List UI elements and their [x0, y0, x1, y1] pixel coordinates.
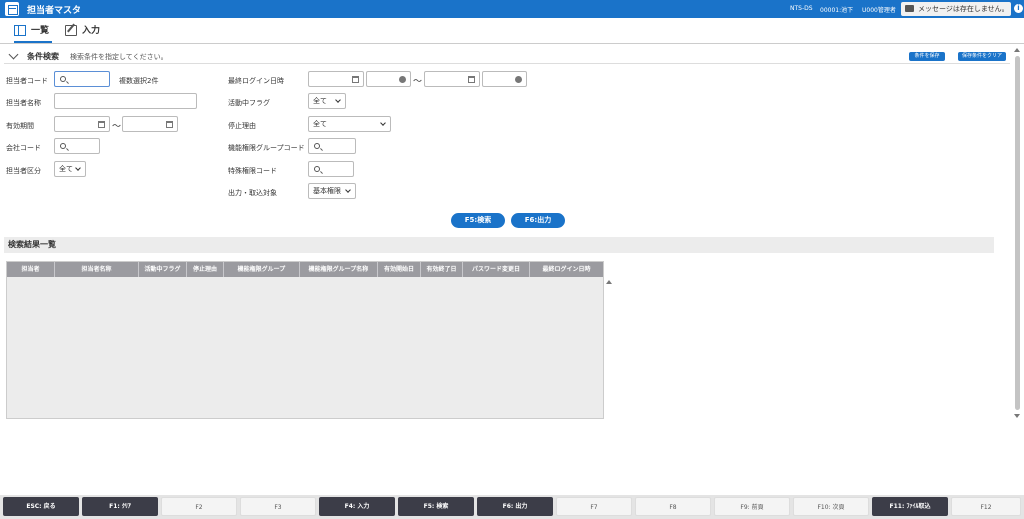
valid-period-to-input[interactable]: [122, 116, 178, 132]
clear-saved-conditions-button[interactable]: 保存条件をクリア: [958, 52, 1006, 61]
active-flag-label: 活動中フラグ: [228, 99, 270, 107]
edit-icon: [65, 25, 77, 36]
fkey-esc-back[interactable]: ESC: 戻る: [3, 497, 79, 516]
special-code-label: 特殊権限コード: [228, 167, 277, 175]
list-icon: [14, 25, 26, 36]
column-header[interactable]: 機能権限グループ名称: [300, 262, 378, 277]
output-target-select[interactable]: 基本権限: [308, 183, 356, 199]
valid-period-label: 有効期間: [6, 122, 34, 130]
fkey-f12[interactable]: F12: [951, 497, 1021, 516]
search-icon[interactable]: [60, 76, 66, 82]
column-header[interactable]: 担当者名称: [55, 262, 139, 277]
stop-reason-select[interactable]: 全て: [308, 116, 391, 132]
company-code-input[interactable]: [54, 138, 100, 154]
range-separator: ～: [112, 122, 122, 132]
calendar-icon[interactable]: [468, 76, 475, 83]
func-group-code-input[interactable]: [308, 138, 356, 154]
scroll-up-arrow[interactable]: [1014, 48, 1020, 52]
staff-name-label: 担当者名称: [6, 99, 41, 107]
staff-type-select[interactable]: 全て: [54, 161, 86, 177]
view-tabs: 一覧 入力: [0, 18, 1024, 44]
results-grid-header: 担当者 担当者名称 活動中フラグ 停止理由 機能権限グループ 機能権限グループ名…: [7, 262, 603, 277]
column-header[interactable]: 担当者: [7, 262, 55, 277]
tab-input[interactable]: 入力: [65, 23, 105, 43]
fkey-f9-prev-page[interactable]: F9: 前頁: [714, 497, 790, 516]
app-header: 担当者マスタ NTS-DS 00001:池下 U000管理者 メッセージは存在し…: [0, 0, 1024, 18]
fkey-f10-next-page[interactable]: F10: 次頁: [793, 497, 869, 516]
tab-list-label: 一覧: [31, 26, 50, 36]
column-header[interactable]: 機能権限グループ: [224, 262, 300, 277]
fkey-f8[interactable]: F8: [635, 497, 711, 516]
clock-icon[interactable]: [515, 76, 522, 83]
search-button[interactable]: F5:検索: [451, 213, 505, 228]
fkey-f11-file-import[interactable]: F11: ﾌｧｲﾙ取込: [872, 497, 948, 516]
stop-reason-label: 停止理由: [228, 122, 256, 130]
column-header[interactable]: 有効終了日: [421, 262, 463, 277]
last-login-from-date-input[interactable]: [308, 71, 364, 87]
info-icon[interactable]: i: [1014, 4, 1023, 13]
save-conditions-button[interactable]: 条件を保存: [909, 52, 945, 61]
column-header[interactable]: 有効開始日: [378, 262, 421, 277]
system-name: NTS-DS: [790, 5, 813, 12]
search-section-header: 条件検索 検索条件を指定してください。 条件を保存 保存条件をクリア: [4, 49, 1010, 64]
last-login-to-time-input[interactable]: [482, 71, 527, 87]
message-text: メッセージは存在しません。: [918, 5, 1009, 13]
fkey-f3[interactable]: F3: [240, 497, 316, 516]
fkey-f4-input[interactable]: F4: 入力: [319, 497, 395, 516]
fkey-f1-clear[interactable]: F1: ｸﾘｱ: [82, 497, 158, 516]
page-scrollbar[interactable]: [1013, 48, 1022, 422]
table-icon: [5, 2, 19, 16]
search-icon[interactable]: [314, 143, 320, 149]
staff-code-label: 担当者コード: [6, 77, 48, 85]
staff-code-input[interactable]: [54, 71, 110, 87]
search-icon[interactable]: [314, 166, 320, 172]
fkey-f5-search[interactable]: F5: 検索: [398, 497, 474, 516]
calendar-icon[interactable]: [352, 76, 359, 83]
company-code-label: 会社コード: [6, 144, 41, 152]
staff-name-input[interactable]: [54, 93, 197, 109]
function-key-bar: ESC: 戻る F1: ｸﾘｱ F2 F3 F4: 入力 F5: 検索 F6: …: [0, 495, 1024, 519]
last-login-label: 最終ログイン日時: [228, 77, 284, 85]
output-button[interactable]: F6:出力: [511, 213, 565, 228]
page-title: 担当者マスタ: [27, 6, 82, 16]
search-hint: 検索条件を指定してください。: [70, 53, 168, 61]
results-title: 検索結果一覧: [4, 237, 994, 253]
grid-scroll-up-arrow[interactable]: [606, 280, 612, 284]
department-info: 00001:池下: [820, 7, 854, 14]
scroll-thumb[interactable]: [1015, 56, 1020, 410]
func-group-code-label: 機能権限グループコード: [228, 144, 305, 152]
search-icon[interactable]: [60, 143, 66, 149]
staff-type-label: 担当者区分: [6, 167, 41, 175]
chevron-down-icon[interactable]: [8, 49, 19, 60]
special-code-input[interactable]: [308, 161, 354, 177]
message-box[interactable]: メッセージは存在しません。: [901, 2, 1011, 16]
column-header[interactable]: パスワード変更日: [463, 262, 530, 277]
results-grid[interactable]: 担当者 担当者名称 活動中フラグ 停止理由 機能権限グループ 機能権限グループ名…: [6, 261, 604, 419]
user-info: U000管理者: [862, 7, 896, 14]
last-login-from-time-input[interactable]: [366, 71, 411, 87]
calendar-icon[interactable]: [98, 121, 105, 128]
tab-list[interactable]: 一覧: [14, 23, 52, 43]
fkey-f7[interactable]: F7: [556, 497, 632, 516]
multi-select-note: 複数選択2件: [119, 77, 159, 85]
range-separator: ～: [413, 77, 423, 87]
column-header[interactable]: 最終ログイン日時: [530, 262, 603, 277]
fkey-f2[interactable]: F2: [161, 497, 237, 516]
column-header[interactable]: 活動中フラグ: [139, 262, 187, 277]
search-section-title: 条件検索: [27, 52, 59, 61]
column-header[interactable]: 停止理由: [187, 262, 224, 277]
fkey-f6-output[interactable]: F6: 出力: [477, 497, 553, 516]
message-icon: [905, 5, 914, 12]
last-login-to-date-input[interactable]: [424, 71, 480, 87]
tab-input-label: 入力: [82, 26, 101, 36]
active-flag-select[interactable]: 全て: [308, 93, 346, 109]
output-target-label: 出力・取込対象: [228, 189, 277, 197]
calendar-icon[interactable]: [166, 121, 173, 128]
scroll-down-arrow[interactable]: [1014, 414, 1020, 418]
valid-period-from-input[interactable]: [54, 116, 110, 132]
clock-icon[interactable]: [399, 76, 406, 83]
